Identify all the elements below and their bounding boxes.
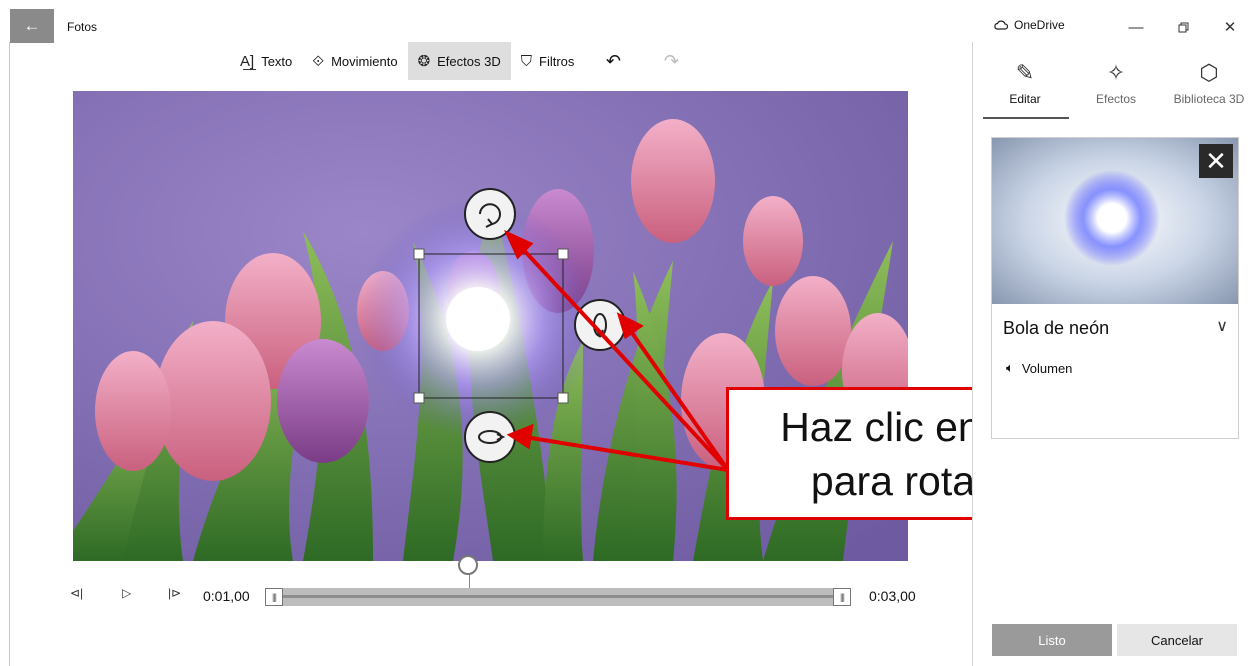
side-panel: ✎ Editar ✧ Efectos ⬡ Biblioteca 3D ✕ Bol… xyxy=(973,42,1250,666)
trim-end-handle[interactable]: ||| xyxy=(833,588,851,606)
current-time: 0:01,00 xyxy=(203,588,250,604)
next-frame-button[interactable]: |⊳ xyxy=(168,586,181,600)
text-tool-button[interactable]: A͟] Texto xyxy=(230,42,302,80)
text-icon: A͟] xyxy=(240,52,255,70)
filters-tool-button[interactable]: ⛉ Filtros xyxy=(511,42,585,80)
text-tool-label: Texto xyxy=(261,53,293,69)
pencil-icon: ✎ xyxy=(1015,60,1035,85)
redo-button[interactable]: ↷ xyxy=(654,42,688,80)
remove-effect-button[interactable]: ✕ xyxy=(1199,144,1233,178)
filters-tool-label: Filtros xyxy=(539,53,575,69)
tab-effects[interactable]: ✧ Efectos xyxy=(1070,58,1162,106)
tab-edit-label: Editar xyxy=(1009,92,1041,106)
end-time: 0:03,00 xyxy=(869,588,916,604)
app-title: Fotos xyxy=(67,20,98,34)
motion-tool-button[interactable]: ⟐ Movimiento xyxy=(302,42,407,80)
speaker-icon: 🔈︎ xyxy=(1006,360,1014,375)
tab-3d-library-label: Biblioteca 3D xyxy=(1173,92,1245,106)
back-button[interactable]: ← xyxy=(10,9,54,43)
3d-effects-tool-button[interactable]: ❂ Efectos 3D xyxy=(407,42,511,80)
3d-effects-icon: ❂ xyxy=(417,52,431,70)
trim-start-handle[interactable]: ||| xyxy=(265,588,283,606)
effect-card: ✕ Bola de neón ∨ 🔈︎ Volumen xyxy=(991,137,1239,439)
cloud-icon xyxy=(994,20,1008,30)
onedrive-label: OneDrive xyxy=(1014,18,1065,32)
close-window-button[interactable]: ✕ xyxy=(1210,12,1250,42)
done-button[interactable]: Listo xyxy=(992,624,1112,656)
title-bar: ← Fotos OneDrive — ✕ xyxy=(0,0,1250,43)
motion-icon: ⟐ xyxy=(312,52,325,70)
arrow-left-icon: ← xyxy=(23,16,41,35)
volume-label: Volumen xyxy=(1021,360,1073,376)
motion-tool-label: Movimiento xyxy=(331,53,398,69)
cancel-button[interactable]: Cancelar xyxy=(1117,624,1237,656)
editor-toolbar: A͟] Texto ⟐ Movimiento ❂ Efectos 3D ⛉ Fi… xyxy=(230,42,688,80)
tab-3d-library[interactable]: ⬡ Biblioteca 3D xyxy=(1163,58,1250,106)
tab-edit[interactable]: ✎ Editar xyxy=(979,58,1071,106)
undo-icon: ↶ xyxy=(605,50,621,71)
sparkles-icon: ✧ xyxy=(1106,60,1126,85)
3d-effects-tool-label: Efectos 3D xyxy=(437,53,501,69)
chevron-down-icon[interactable]: ∨ xyxy=(1216,316,1228,336)
previous-frame-button[interactable]: ⊲| xyxy=(70,586,83,600)
effect-name: Bola de neón xyxy=(1003,318,1110,338)
playback-bar: ⊲| ▷ |⊳ 0:01,00 ||| ||| 0:03,00 xyxy=(60,584,940,608)
minimize-button[interactable]: — xyxy=(1116,12,1156,42)
window-border xyxy=(9,42,10,666)
filters-icon: ⛉ xyxy=(520,52,532,70)
effect-thumbnail: ✕ xyxy=(992,138,1238,304)
restore-button[interactable] xyxy=(1163,12,1203,42)
close-icon: ✕ xyxy=(1205,145,1227,176)
redo-icon: ↷ xyxy=(663,50,679,71)
timeline-track[interactable]: ||| ||| xyxy=(265,588,851,606)
timeline-fill xyxy=(265,595,851,598)
playhead-handle[interactable] xyxy=(458,555,478,575)
tab-effects-label: Efectos xyxy=(1095,92,1137,106)
active-tab-indicator xyxy=(983,117,1069,119)
onedrive-status[interactable]: OneDrive xyxy=(994,18,1065,32)
cube-icon: ⬡ xyxy=(1199,60,1219,85)
volume-control[interactable]: 🔈︎ Volumen xyxy=(1006,360,1072,376)
undo-button[interactable]: ↶ xyxy=(596,42,630,80)
restore-icon xyxy=(1178,22,1188,32)
play-button[interactable]: ▷ xyxy=(122,586,131,600)
